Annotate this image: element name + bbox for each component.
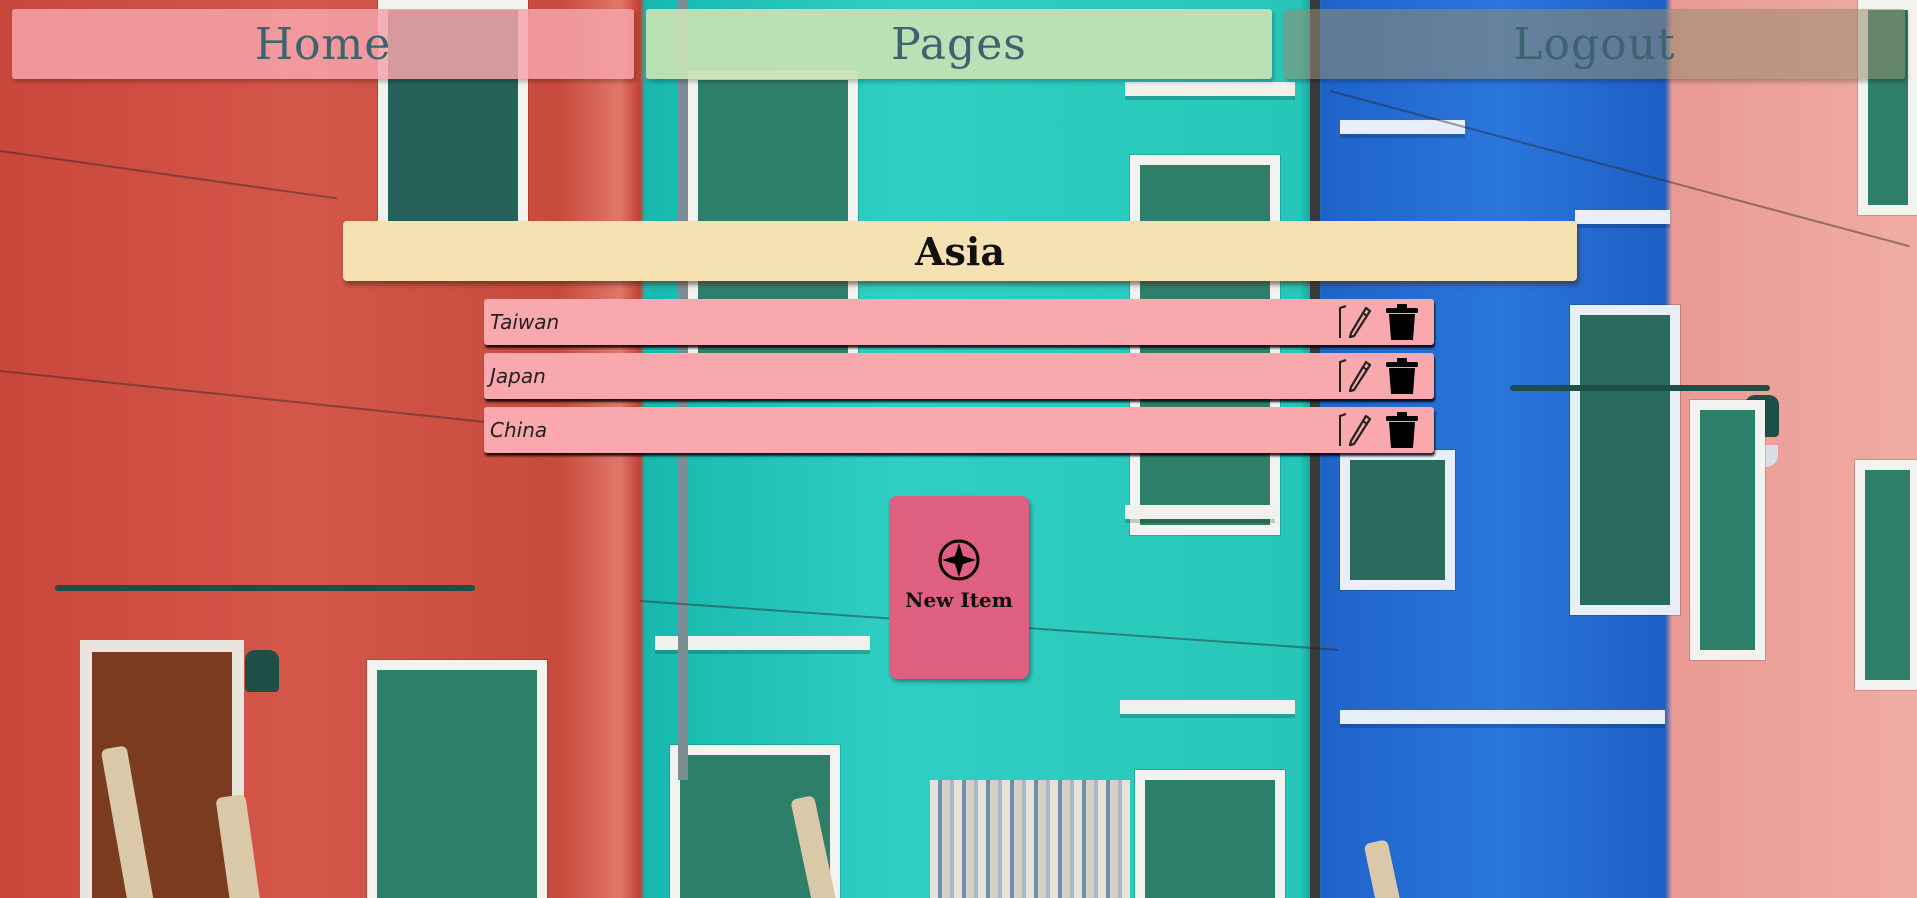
edit-button[interactable] — [1334, 301, 1378, 343]
category-title: Asia — [343, 221, 1577, 281]
window-sill — [1340, 710, 1665, 724]
overhead-wire — [0, 150, 337, 200]
wall-lantern — [245, 650, 279, 692]
facade-window — [1340, 450, 1455, 590]
trash-icon — [1386, 304, 1418, 340]
edit-button[interactable] — [1334, 355, 1378, 397]
list-item: China — [484, 407, 1434, 453]
list-item: Japan — [484, 353, 1434, 399]
facade-window — [1135, 770, 1285, 898]
facade-window — [1855, 460, 1917, 690]
window-sill — [1125, 505, 1275, 519]
striped-curtain — [930, 780, 1130, 898]
facade-window — [1130, 155, 1280, 535]
plus-circle-icon — [938, 539, 980, 581]
iron-bracket — [55, 585, 475, 591]
pencil-icon — [1339, 359, 1372, 393]
window-sill — [1575, 210, 1670, 224]
list-item: Taiwan — [484, 299, 1434, 345]
window-sill — [1125, 82, 1295, 96]
edit-button[interactable] — [1334, 409, 1378, 451]
delete-button[interactable] — [1380, 301, 1424, 343]
nav-logout-button[interactable]: Logout — [1284, 9, 1905, 79]
facade-window — [367, 660, 547, 898]
pencil-icon — [1339, 305, 1372, 339]
trash-icon — [1386, 358, 1418, 394]
window-sill — [1120, 700, 1295, 714]
item-label: Taiwan — [490, 310, 560, 334]
nav-home-button[interactable]: Home — [12, 9, 634, 79]
new-item-label: New Item — [905, 588, 1013, 612]
new-item-button[interactable]: New Item — [889, 496, 1029, 679]
pencil-icon — [1339, 413, 1372, 447]
delete-button[interactable] — [1380, 355, 1424, 397]
facade-window — [1690, 400, 1765, 660]
nav-pages-button[interactable]: Pages — [646, 9, 1272, 79]
trash-icon — [1386, 412, 1418, 448]
street-lamp-arm — [1510, 385, 1770, 391]
wooden-plank — [1363, 839, 1404, 898]
item-label: Japan — [490, 364, 546, 388]
delete-button[interactable] — [1380, 409, 1424, 451]
item-label: China — [490, 418, 548, 442]
facade-window — [1570, 305, 1680, 615]
